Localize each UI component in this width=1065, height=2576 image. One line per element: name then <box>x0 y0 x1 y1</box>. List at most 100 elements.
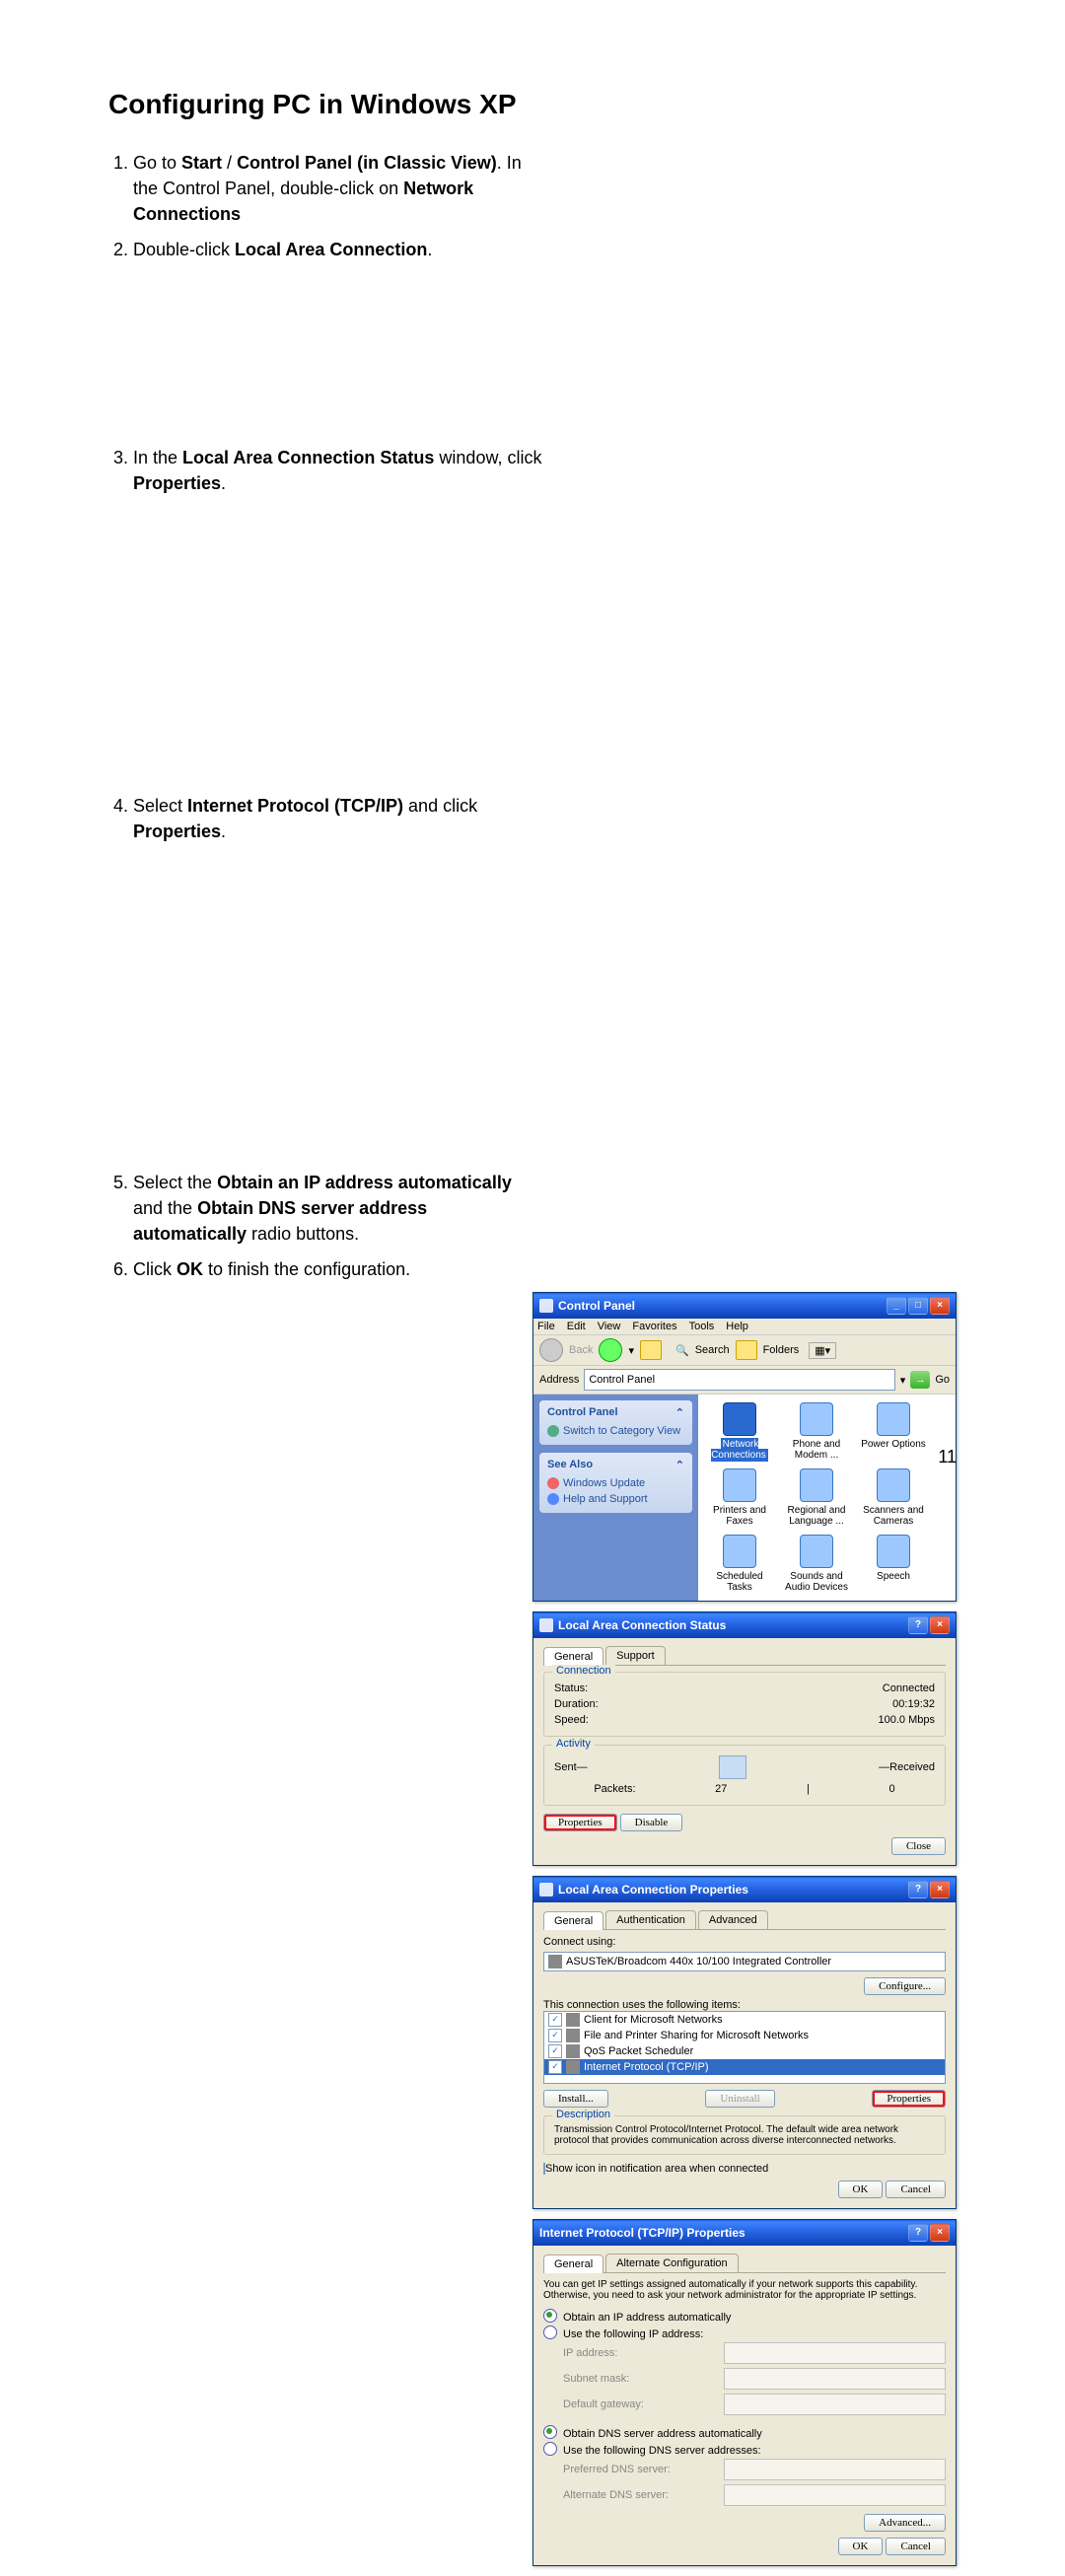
folders-icon[interactable] <box>736 1340 757 1360</box>
connect-using-label: Connect using: <box>543 1936 946 1948</box>
dialog-title: Local Area Connection Status <box>558 1618 726 1632</box>
menu-edit[interactable]: Edit <box>567 1321 586 1332</box>
close-button[interactable]: × <box>930 1881 950 1898</box>
tab-alternate[interactable]: Alternate Configuration <box>605 2254 739 2272</box>
scheduled-tasks-icon[interactable]: Scheduled Tasks <box>706 1535 773 1593</box>
sidepane: Control Panel⌃ Switch to Category View S… <box>533 1395 698 1601</box>
address-label: Address <box>539 1374 579 1386</box>
description-group: Description <box>552 2109 614 2120</box>
go-button[interactable]: → <box>910 1371 930 1389</box>
adapter-icon <box>548 1955 562 1968</box>
advanced-button[interactable]: Advanced... <box>864 2514 946 2532</box>
back-icon[interactable] <box>539 1338 563 1362</box>
pdns-input <box>724 2459 946 2480</box>
cancel-button[interactable]: Cancel <box>886 2181 946 2198</box>
gateway-input <box>724 2394 946 2415</box>
power-options-icon[interactable]: Power Options <box>860 1402 927 1461</box>
properties-button[interactable]: Properties <box>872 2090 946 2108</box>
uninstall-button: Uninstall <box>705 2090 774 2108</box>
minimize-button[interactable]: _ <box>887 1297 906 1315</box>
close-button[interactable]: × <box>930 2224 950 2242</box>
icon-grid: Network Connections Phone and Modem ... … <box>698 1395 956 1601</box>
close-button[interactable]: Close <box>891 1837 946 1855</box>
help-button[interactable]: ? <box>908 2224 928 2242</box>
tab-support[interactable]: Support <box>605 1646 666 1665</box>
dialog-title: Internet Protocol (TCP/IP) Properties <box>539 2226 746 2240</box>
screenshots-column: Control Panel _ □ × File Edit View Favor… <box>532 1292 957 2576</box>
use-dns-radio[interactable] <box>543 2442 557 2456</box>
tcpip-icon <box>566 2060 580 2074</box>
titlebar[interactable]: Control Panel _ □ × <box>533 1293 956 1319</box>
menubar[interactable]: File Edit View Favorites Tools Help <box>533 1319 956 1335</box>
printers-faxes-icon[interactable]: Printers and Faxes <box>706 1468 773 1527</box>
dialog-title: Local Area Connection Properties <box>558 1883 748 1896</box>
disable-button[interactable]: Disable <box>620 1814 683 1831</box>
menu-favorites[interactable]: Favorites <box>632 1321 676 1332</box>
up-icon[interactable] <box>640 1340 662 1360</box>
blurb: You can get IP settings assigned automat… <box>543 2279 946 2301</box>
switch-category-link[interactable]: Switch to Category View <box>547 1423 684 1439</box>
mask-input <box>724 2368 946 2390</box>
help-support-link[interactable]: Help and Support <box>547 1491 684 1507</box>
install-button[interactable]: Install... <box>543 2090 608 2108</box>
help-button[interactable]: ? <box>908 1881 928 1898</box>
activity-icon <box>719 1755 746 1779</box>
speed-value: 100.0 Mbps <box>879 1714 935 1726</box>
menu-tools[interactable]: Tools <box>689 1321 715 1332</box>
close-button[interactable]: × <box>930 1297 950 1315</box>
pdns-label: Preferred DNS server: <box>563 2464 716 2475</box>
forward-icon[interactable] <box>599 1338 622 1362</box>
tcpip-properties-dialog: Internet Protocol (TCP/IP) Properties ?×… <box>532 2219 957 2566</box>
menu-file[interactable]: File <box>537 1321 555 1332</box>
scanners-cameras-icon[interactable]: Scanners and Cameras <box>860 1468 927 1527</box>
sent-label: Sent <box>554 1761 577 1773</box>
activity-group: Activity <box>552 1738 595 1750</box>
address-input[interactable] <box>584 1369 894 1391</box>
collapse-icon[interactable]: ⌃ <box>675 1406 684 1419</box>
items-list[interactable]: ✓Client for Microsoft Networks ✓File and… <box>543 2011 946 2084</box>
ip-input <box>724 2342 946 2364</box>
maximize-button[interactable]: □ <box>908 1297 928 1315</box>
tab-authentication[interactable]: Authentication <box>605 1910 696 1929</box>
speech-icon[interactable]: Speech <box>860 1535 927 1593</box>
network-icon <box>539 1883 553 1896</box>
tab-general[interactable]: General <box>543 1647 604 1666</box>
collapse-icon[interactable]: ⌃ <box>675 1459 684 1471</box>
menu-view[interactable]: View <box>598 1321 621 1332</box>
page-title: Configuring PC in Windows XP <box>108 89 957 120</box>
step-2: Double-click Local Area Connection. <box>133 237 542 262</box>
use-dns-label: Use the following DNS server addresses: <box>563 2445 761 2457</box>
phone-modem-icon[interactable]: Phone and Modem ... <box>783 1402 850 1461</box>
cancel-button[interactable]: Cancel <box>886 2538 946 2555</box>
tab-advanced[interactable]: Advanced <box>698 1910 768 1929</box>
views-button[interactable]: ▦▾ <box>809 1342 836 1359</box>
items-label: This connection uses the following items… <box>543 1999 946 2011</box>
windows-update-link[interactable]: Windows Update <box>547 1475 684 1491</box>
description-text: Transmission Control Protocol/Internet P… <box>554 2124 935 2146</box>
folders-label[interactable]: Folders <box>763 1344 800 1356</box>
status-value: Connected <box>883 1682 935 1694</box>
duration-value: 00:19:32 <box>892 1698 935 1710</box>
sidepane-box2-title: See Also <box>547 1459 593 1471</box>
ok-button[interactable]: OK <box>838 2538 884 2555</box>
search-label[interactable]: Search <box>695 1344 730 1356</box>
use-ip-radio[interactable] <box>543 2326 557 2339</box>
step-3: In the Local Area Connection Status wind… <box>133 445 542 496</box>
properties-button[interactable]: Properties <box>543 1814 617 1831</box>
menu-help[interactable]: Help <box>726 1321 748 1332</box>
regional-language-icon[interactable]: Regional and Language ... <box>783 1468 850 1527</box>
obtain-dns-auto-radio[interactable] <box>543 2425 557 2439</box>
window-icon <box>539 1299 553 1313</box>
ok-button[interactable]: OK <box>838 2181 884 2198</box>
toolbar: Back ▾ 🔍Search Folders ▦▾ <box>533 1335 956 1366</box>
network-connections-icon[interactable]: Network Connections <box>706 1402 773 1461</box>
tab-general[interactable]: General <box>543 2254 604 2273</box>
sounds-audio-icon[interactable]: Sounds and Audio Devices <box>783 1535 850 1593</box>
connection-group: Connection <box>552 1665 615 1677</box>
tab-general[interactable]: General <box>543 1911 604 1930</box>
close-button[interactable]: × <box>930 1616 950 1634</box>
configure-button[interactable]: Configure... <box>864 1977 946 1995</box>
obtain-ip-auto-radio[interactable] <box>543 2309 557 2323</box>
step-4: Select Internet Protocol (TCP/IP) and cl… <box>133 793 542 844</box>
help-button[interactable]: ? <box>908 1616 928 1634</box>
